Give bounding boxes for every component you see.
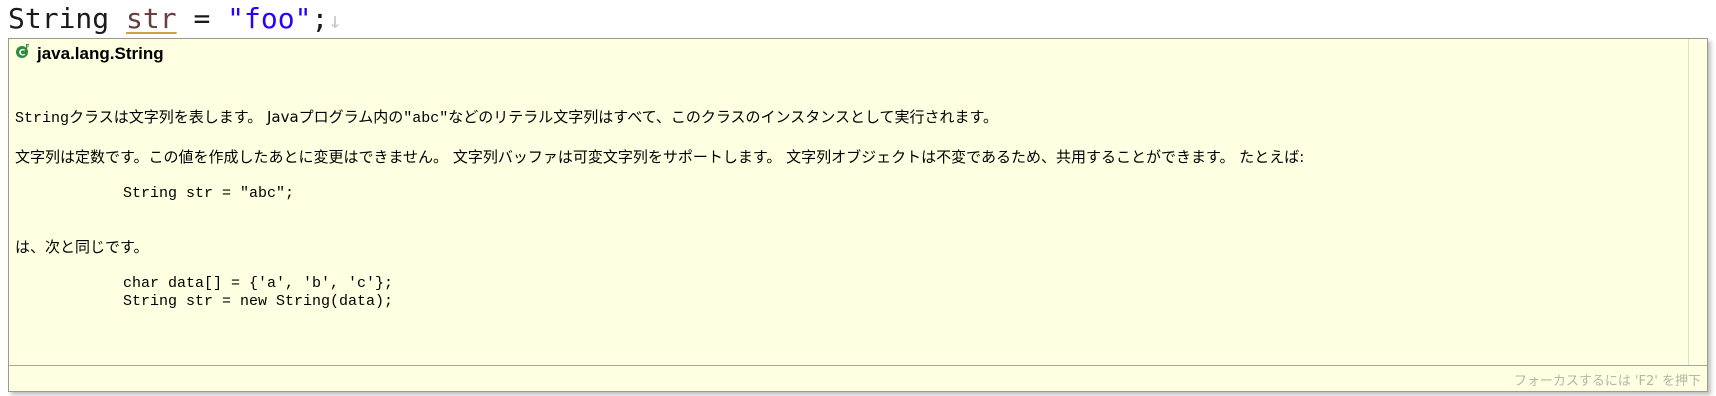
terminator-token: ; [311, 2, 329, 35]
type-token: String [8, 2, 110, 35]
inline-code: "abc" [403, 110, 449, 127]
code-line[interactable]: String str = "foo";↓ [8, 0, 342, 41]
paragraph-text: などのリテラル文字列はすべて、このクラスのインスタンスとして実行されます。 [448, 108, 999, 126]
operator-token: = [176, 2, 228, 35]
code-example-1: String str = "abc"; [123, 185, 295, 202]
description-paragraph-2: 文字列は定数です。この値を作成したあとに変更はできません。 文字列バッファは可変… [15, 148, 1305, 166]
link-underline-strip [470, 0, 620, 2]
javadoc-hover-popup[interactable]: C F java.lang.String Stringクラスは文字列を表します。… [8, 38, 1708, 392]
hover-status-bar: フォーカスするには 'F2' を押下 [9, 365, 1707, 391]
class-icon: C F [15, 43, 31, 59]
focus-hint: フォーカスするには 'F2' を押下 [1513, 374, 1701, 389]
hover-title: java.lang.String [37, 44, 164, 63]
variable-token[interactable]: str [126, 2, 177, 35]
hover-header: C F java.lang.String [15, 44, 164, 64]
inline-code: String [15, 110, 70, 127]
svg-text:F: F [25, 44, 29, 51]
hover-body: Stringクラスは文字列を表します。 Javaプログラム内の"abc"などのリ… [15, 107, 1675, 345]
description-paragraph-1: Stringクラスは文字列を表します。 Javaプログラム内の"abc"などのリ… [15, 107, 1675, 129]
description-paragraph-3: は、次と同じです。 [15, 238, 149, 256]
line-end-marker: ↓ [328, 9, 342, 34]
code-editor[interactable]: String str = "foo";↓ [0, 0, 1716, 40]
paragraph-text: クラスは文字列を表します。 Javaプログラム内の [69, 108, 404, 126]
string-literal-token: "foo" [227, 2, 312, 35]
hover-scrollbar[interactable] [1688, 39, 1707, 365]
code-example-2: char data[] = {'a', 'b', 'c'}; String st… [123, 275, 394, 310]
